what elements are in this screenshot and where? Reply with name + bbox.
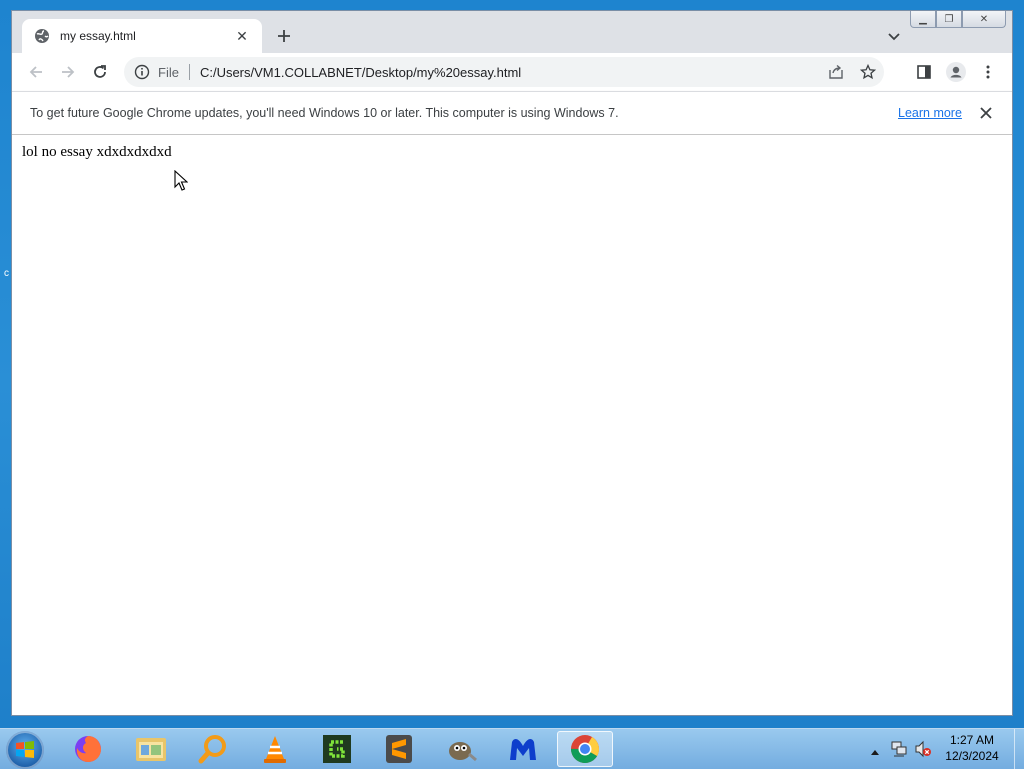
show-hidden-icons-icon[interactable]: [870, 743, 880, 761]
network-icon[interactable]: [890, 740, 908, 763]
minimize-button[interactable]: ▁: [910, 11, 936, 28]
bookmark-star-icon[interactable]: [859, 63, 877, 85]
tab-search-chevron-icon[interactable]: [886, 28, 902, 44]
chrome-icon[interactable]: [557, 731, 613, 767]
globe-icon: [34, 28, 50, 44]
learn-more-link[interactable]: Learn more: [898, 106, 962, 120]
gamemaker-icon[interactable]: [309, 731, 365, 767]
forward-arrow-icon[interactable]: [58, 62, 78, 82]
close-window-button[interactable]: ✕: [962, 11, 1006, 28]
system-clock[interactable]: 1:27 AM 12/3/2024: [936, 732, 1008, 764]
menu-kebab-icon[interactable]: [978, 62, 998, 82]
taskbar: 1:27 AM 12/3/2024: [0, 728, 1024, 769]
url-text[interactable]: C:/Users/VM1.COLLABNET/Desktop/my%20essa…: [200, 65, 521, 80]
omnibox-actions: [828, 63, 877, 85]
show-desktop-button[interactable]: [1014, 729, 1024, 769]
essay-text: lol no essay xdxdxdxdxd: [22, 144, 172, 160]
firefox-icon[interactable]: [60, 731, 116, 767]
window-controls: ▁ ❐ ✕: [910, 11, 1006, 28]
chrome-window: my essay.html ✕ ▁ ❐ ✕ File C:/Users/VM1.…: [11, 10, 1013, 716]
profile-avatar-icon[interactable]: [946, 62, 966, 82]
toolbar: File C:/Users/VM1.COLLABNET/Desktop/my%2…: [12, 53, 1012, 91]
scheme-label: File: [158, 64, 179, 80]
close-infobar-icon[interactable]: [978, 105, 994, 121]
gimp-icon[interactable]: [433, 731, 489, 767]
vlc-icon[interactable]: [247, 731, 303, 767]
info-icon[interactable]: [134, 64, 150, 80]
malwarebytes-icon[interactable]: [495, 731, 551, 767]
reload-icon[interactable]: [90, 62, 110, 82]
sublime-icon[interactable]: [371, 731, 427, 767]
desktop-icon-edge: c: [4, 268, 9, 279]
volume-muted-icon[interactable]: [914, 740, 932, 763]
mouse-cursor-icon: [174, 169, 189, 197]
infobar-message: To get future Google Chrome updates, you…: [30, 106, 619, 120]
back-arrow-icon[interactable]: [26, 62, 46, 82]
update-infobar: To get future Google Chrome updates, you…: [12, 91, 1012, 135]
explorer-icon[interactable]: [123, 731, 179, 767]
side-panel-icon[interactable]: [914, 62, 934, 82]
tab-title: my essay.html: [60, 29, 136, 43]
scheme-divider: [188, 64, 190, 80]
address-bar[interactable]: File C:/Users/VM1.COLLABNET/Desktop/my%2…: [124, 57, 884, 87]
restore-button[interactable]: ❐: [936, 11, 962, 28]
tab-my-essay[interactable]: my essay.html ✕: [22, 19, 262, 53]
close-tab-icon[interactable]: ✕: [234, 28, 250, 44]
start-button[interactable]: [6, 731, 44, 769]
share-icon[interactable]: [828, 64, 844, 85]
new-tab-button[interactable]: [274, 26, 294, 46]
tab-strip: my essay.html ✕ ▁ ❐ ✕: [12, 11, 1012, 53]
clock-time: 1:27 AM: [949, 733, 995, 747]
page-content: lol no essay xdxdxdxdxd: [12, 135, 1012, 715]
clock-date: 12/3/2024: [945, 749, 999, 763]
search-tool-icon[interactable]: [185, 731, 241, 767]
